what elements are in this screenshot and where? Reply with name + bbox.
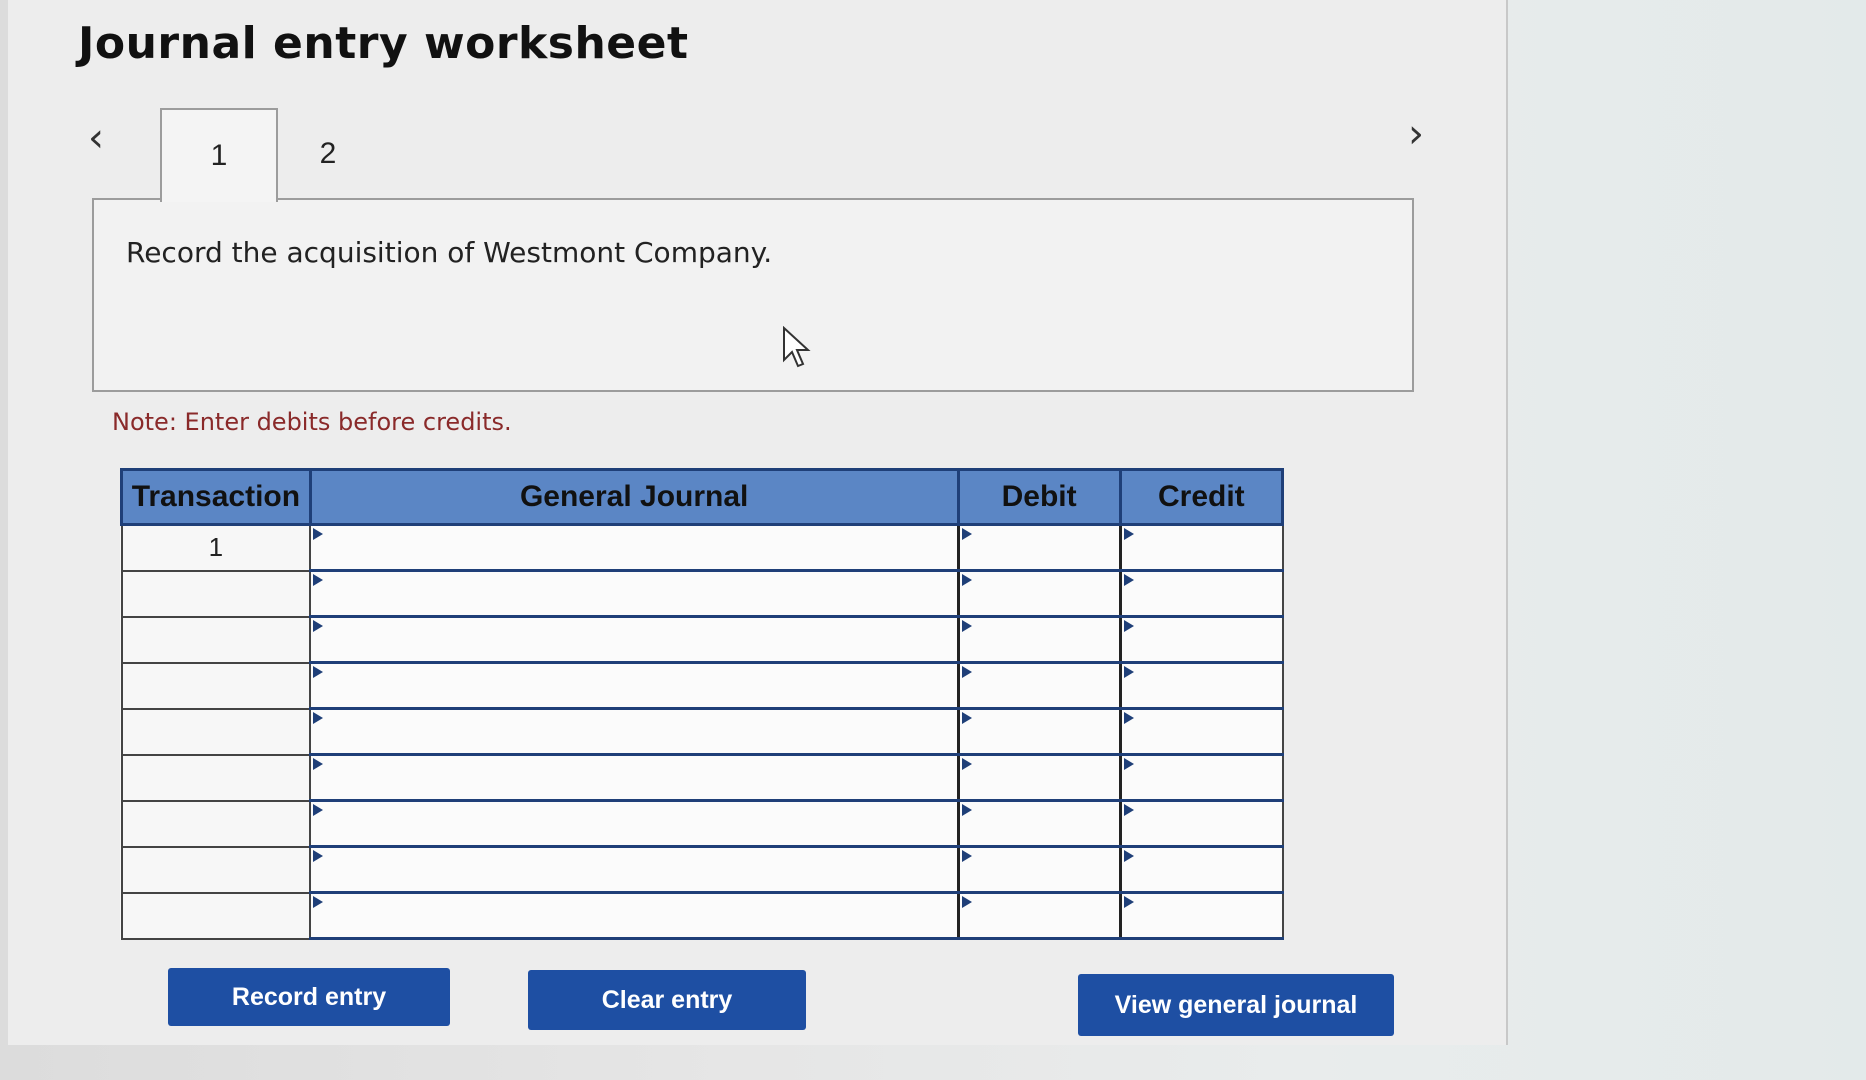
table-row bbox=[120, 661, 1284, 710]
debit-input[interactable] bbox=[956, 845, 1122, 894]
table-row bbox=[120, 707, 1284, 756]
transaction-cell bbox=[120, 891, 312, 940]
table-row bbox=[120, 799, 1284, 848]
general-journal-input[interactable] bbox=[309, 891, 960, 940]
credit-input[interactable] bbox=[1118, 799, 1284, 848]
mouse-pointer-icon bbox=[783, 326, 811, 368]
header-debit: Debit bbox=[956, 468, 1122, 526]
chevron-right-icon[interactable]: › bbox=[1408, 114, 1424, 154]
header-transaction: Transaction bbox=[120, 468, 312, 526]
credit-input[interactable] bbox=[1118, 661, 1284, 710]
transaction-cell: 1 bbox=[120, 523, 312, 572]
debit-input[interactable] bbox=[956, 661, 1122, 710]
record-entry-button[interactable]: Record entry bbox=[168, 968, 450, 1026]
instruction-box: Record the acquisition of Westmont Compa… bbox=[92, 198, 1414, 392]
transaction-cell bbox=[120, 661, 312, 710]
transaction-cell bbox=[120, 569, 312, 618]
clear-entry-button[interactable]: Clear entry bbox=[528, 970, 806, 1030]
table-header-row: Transaction General Journal Debit Credit bbox=[120, 468, 1285, 526]
page-title: Journal entry worksheet bbox=[78, 18, 689, 69]
general-journal-input[interactable] bbox=[309, 615, 960, 664]
general-journal-input[interactable] bbox=[309, 661, 960, 710]
tab-1[interactable]: 1 bbox=[160, 108, 278, 202]
table-row bbox=[120, 569, 1284, 618]
chevron-left-icon[interactable]: ‹ bbox=[88, 118, 104, 158]
transaction-cell bbox=[120, 707, 312, 756]
table-row bbox=[120, 845, 1284, 894]
credit-input[interactable] bbox=[1118, 615, 1284, 664]
journal-table: Transaction General Journal Debit Credit… bbox=[120, 468, 1285, 940]
credit-input[interactable] bbox=[1118, 845, 1284, 894]
general-journal-input[interactable] bbox=[309, 707, 960, 756]
general-journal-input[interactable] bbox=[309, 569, 960, 618]
credit-input[interactable] bbox=[1118, 753, 1284, 802]
note-text: Note: Enter debits before credits. bbox=[112, 408, 512, 436]
general-journal-input[interactable] bbox=[309, 845, 960, 894]
debit-input[interactable] bbox=[956, 523, 1122, 572]
view-general-journal-button[interactable]: View general journal bbox=[1078, 974, 1394, 1036]
header-credit: Credit bbox=[1118, 468, 1285, 526]
credit-input[interactable] bbox=[1118, 523, 1284, 572]
credit-input[interactable] bbox=[1118, 891, 1284, 940]
credit-input[interactable] bbox=[1118, 707, 1284, 756]
transaction-cell bbox=[120, 799, 312, 848]
transaction-cell bbox=[120, 753, 312, 802]
general-journal-input[interactable] bbox=[309, 753, 960, 802]
debit-input[interactable] bbox=[956, 753, 1122, 802]
credit-input[interactable] bbox=[1118, 569, 1284, 618]
debit-input[interactable] bbox=[956, 615, 1122, 664]
debit-input[interactable] bbox=[956, 707, 1122, 756]
tab-2[interactable]: 2 bbox=[278, 108, 378, 200]
header-general-journal: General Journal bbox=[308, 468, 960, 526]
debit-input[interactable] bbox=[956, 799, 1122, 848]
general-journal-input[interactable] bbox=[309, 799, 960, 848]
table-row bbox=[120, 753, 1284, 802]
transaction-cell bbox=[120, 615, 312, 664]
table-row: 1 bbox=[120, 523, 1284, 572]
table-row bbox=[120, 615, 1284, 664]
debit-input[interactable] bbox=[956, 891, 1122, 940]
debit-input[interactable] bbox=[956, 569, 1122, 618]
worksheet-panel: Journal entry worksheet ‹ › 1 2 Record t… bbox=[8, 0, 1508, 1045]
transaction-cell bbox=[120, 845, 312, 894]
screen: Journal entry worksheet ‹ › 1 2 Record t… bbox=[0, 0, 1866, 1080]
table-row bbox=[120, 891, 1284, 940]
instruction-text: Record the acquisition of Westmont Compa… bbox=[126, 236, 773, 269]
general-journal-input[interactable] bbox=[309, 523, 960, 572]
